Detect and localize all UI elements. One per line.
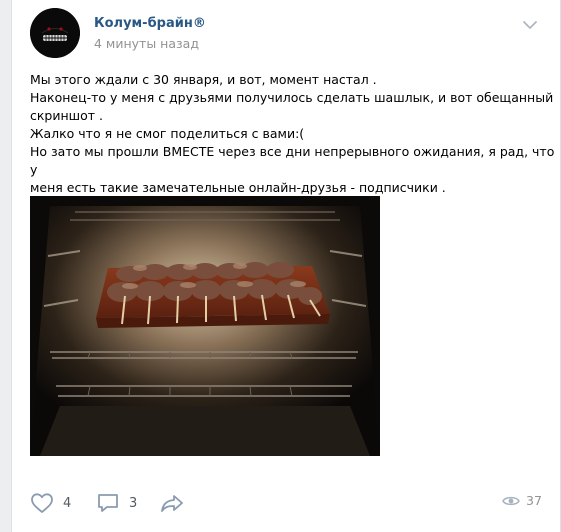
author-avatar[interactable] (30, 8, 80, 58)
post-text-line: Но зато мы прошли ВМЕСТЕ через все дни н… (30, 144, 559, 177)
comment-count: 3 (129, 495, 138, 511)
author-name[interactable]: Колум-брайн® (94, 16, 206, 31)
post-actions: 4 3 (12, 488, 560, 518)
share-arrow-icon (161, 495, 183, 512)
eye-icon (502, 496, 520, 505)
post-photo[interactable] (30, 196, 380, 456)
comment-button[interactable]: 3 (96, 488, 137, 518)
post-text: Мы этого ждали с 30 января, и вот, момен… (30, 71, 555, 197)
post-time[interactable]: 4 минуты назад (94, 36, 199, 51)
comment-icon (98, 494, 118, 512)
post-text-line: меня есть такие замечательные онлайн-дру… (30, 180, 446, 195)
post-text-line: Жалко что я не смог поделиться с вами:( (30, 126, 305, 141)
like-count: 4 (63, 495, 72, 511)
views-count: 37 (526, 493, 542, 508)
post-menu-button[interactable] (521, 17, 539, 33)
post-views: 37 (502, 493, 542, 508)
like-button[interactable]: 4 (30, 488, 71, 518)
post-text-line: Наконец-то у меня с друзьями получилось … (30, 90, 554, 105)
share-button[interactable] (160, 488, 184, 518)
post-text-line: скриншот . (30, 108, 103, 123)
avatar-image (30, 8, 80, 58)
post-text-line: Мы этого ждали с 30 января, и вот, момен… (30, 72, 377, 87)
chevron-down-icon (523, 21, 537, 29)
oven-kebab-photo (30, 196, 380, 456)
post-card: Колум-брайн® 4 минуты назад Мы этого жда… (11, 0, 561, 532)
heart-icon (31, 493, 53, 513)
